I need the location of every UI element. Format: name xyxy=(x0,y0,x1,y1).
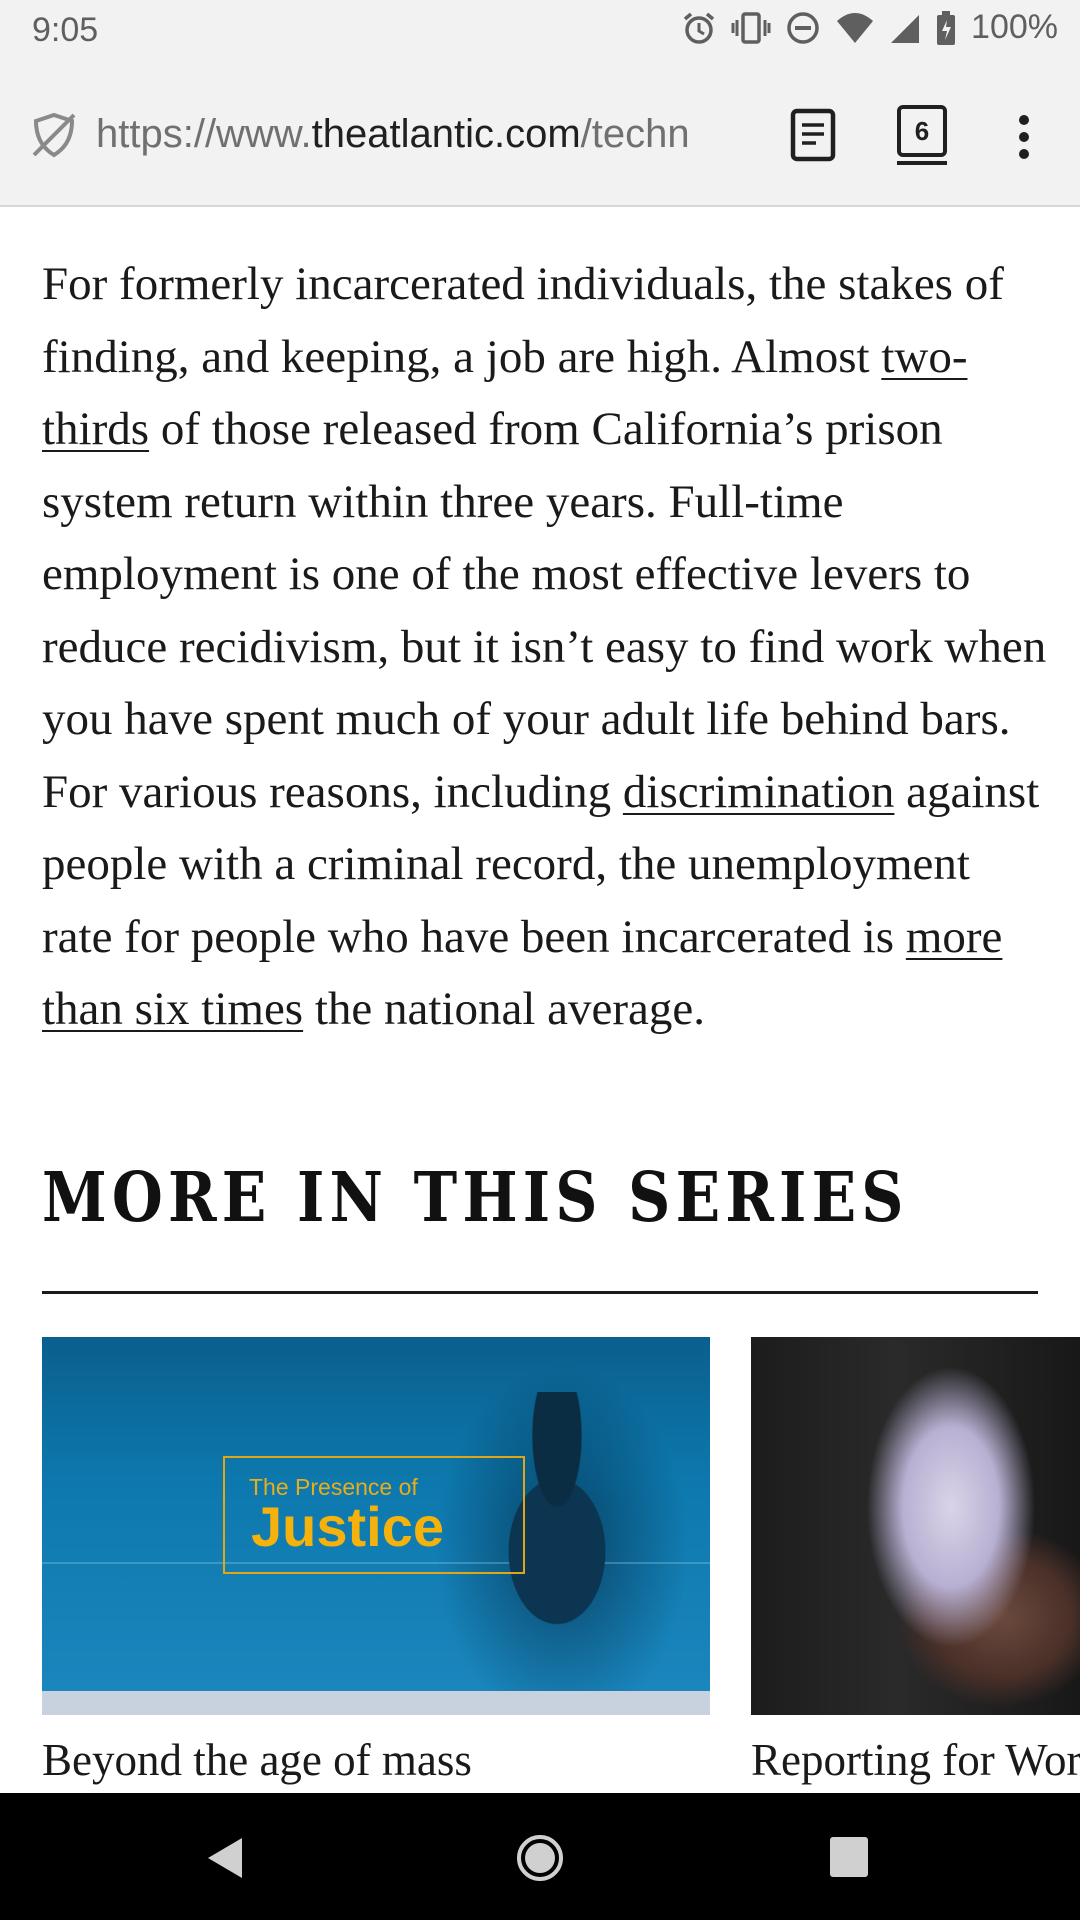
battery-percentage: 100% xyxy=(971,8,1058,46)
card-title[interactable]: Beyond the age of mass xyxy=(42,1735,710,1785)
tab-count: 6 xyxy=(914,115,930,146)
url-prefix: https://www. xyxy=(96,112,312,156)
cellular-icon xyxy=(891,14,920,43)
card-image[interactable] xyxy=(751,1337,1080,1715)
link-discrimination[interactable]: discrimination xyxy=(623,766,895,818)
status-bar: 9:05 100% xyxy=(0,0,1080,62)
navigation-bar xyxy=(0,1793,1080,1920)
do-not-disturb-icon xyxy=(787,11,819,44)
status-time: 9:05 xyxy=(32,11,99,49)
series-card[interactable]: Reporting for Wor xyxy=(751,1337,1080,1785)
browser-toolbar: https://www.theatlantic.com/techn 6 xyxy=(0,62,1080,207)
home-icon[interactable] xyxy=(516,1834,564,1882)
divider xyxy=(42,1291,1038,1294)
justice-logo-box: The Presence of Justice xyxy=(223,1456,525,1574)
series-logo-title: Justice xyxy=(251,1495,444,1558)
url-path: /techn xyxy=(580,112,690,156)
site-info-icon[interactable] xyxy=(30,111,78,159)
url-field[interactable]: https://www.theatlantic.com/techn xyxy=(96,112,756,162)
card-title[interactable]: Reporting for Wor xyxy=(751,1735,1080,1785)
article-text-segment: For formerly incarcerated individuals, t… xyxy=(42,258,1004,383)
series-heading: MORE IN THIS SERIES xyxy=(42,1158,909,1238)
url-domain: theatlantic.com xyxy=(311,112,581,156)
reader-mode-icon[interactable] xyxy=(790,108,836,162)
alarm-icon xyxy=(683,12,715,44)
more-options-icon[interactable] xyxy=(1016,114,1032,160)
article-text-segment: of those released from California’s pris… xyxy=(42,403,1047,818)
series-card[interactable]: The Presence of Justice Beyond the age o… xyxy=(42,1337,710,1785)
back-icon[interactable] xyxy=(202,1834,248,1882)
battery-icon xyxy=(937,10,956,45)
vibrate-icon xyxy=(731,11,771,44)
article-paragraph: For formerly incarcerated individuals, t… xyxy=(42,248,1052,1046)
card-image[interactable]: The Presence of Justice xyxy=(42,1337,710,1715)
tab-switcher-button[interactable]: 6 xyxy=(897,105,947,165)
wifi-icon xyxy=(837,12,874,43)
article-text-segment: the national average. xyxy=(303,983,706,1035)
recents-icon[interactable] xyxy=(829,1836,869,1878)
